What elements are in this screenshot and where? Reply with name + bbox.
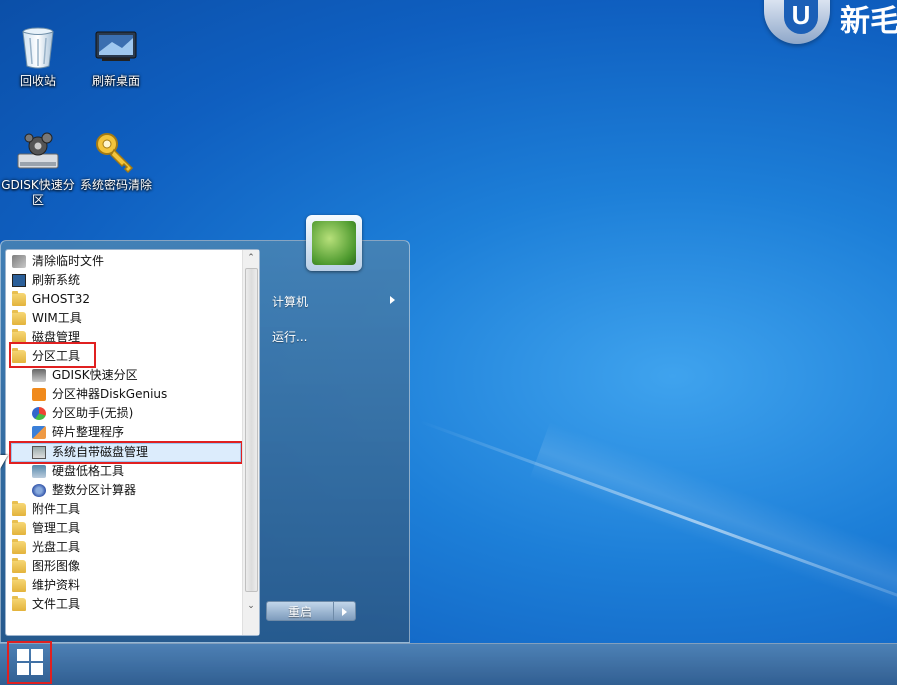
brand-text: 新毛 (840, 5, 897, 38)
program-low-format[interactable]: 硬盘低格工具 (32, 462, 124, 480)
programs-scrollbar[interactable]: ⌃ ⌄ (242, 250, 259, 635)
program-clear-temp[interactable]: 清除临时文件 (12, 252, 104, 270)
mouse-cursor-icon (0, 455, 8, 469)
partition-assistant-icon (32, 407, 46, 420)
folder-disc-tools[interactable]: 光盘工具 (12, 538, 80, 556)
recycle-bin-icon (22, 27, 54, 69)
avatar-picture (312, 221, 356, 265)
restart-button[interactable]: 重启 (266, 601, 334, 621)
program-diskgenius[interactable]: 分区神器DiskGenius (32, 385, 167, 403)
calculator-icon (32, 484, 46, 497)
desktop-icon-refresh-desktop[interactable]: 刷新桌面 (78, 24, 154, 89)
folder-admin-tools[interactable]: 管理工具 (12, 519, 80, 537)
folder-ghost32[interactable]: GHOST32 (12, 290, 90, 308)
scroll-down-icon[interactable]: ⌄ (243, 598, 259, 614)
program-partition-assistant[interactable]: 分区助手(无损) (32, 404, 133, 422)
brand-logo: U 新毛 (760, 0, 897, 47)
broom-icon (12, 255, 26, 268)
restart-options-button[interactable] (334, 601, 356, 621)
brand-letter: U (784, 0, 818, 34)
wallpaper-light-streak (419, 420, 897, 629)
start-menu: 清除临时文件 刷新系统 GHOST32 WIM工具 磁盘管理 分区工具 GDIS… (0, 240, 410, 643)
monitor-icon (12, 274, 26, 287)
program-refresh-system[interactable]: 刷新系统 (12, 271, 80, 289)
taskbar (0, 643, 897, 685)
diskgenius-icon (32, 388, 46, 401)
desktop-icon-gdisk[interactable]: GDISK快速分区 (0, 128, 76, 208)
folder-icon (12, 501, 26, 516)
lowformat-icon (32, 465, 46, 478)
folder-file-tools[interactable]: 文件工具 (12, 595, 80, 613)
menu-item-run[interactable]: 运行... (272, 328, 307, 345)
folder-icon (12, 577, 26, 592)
scroll-thumb[interactable] (245, 268, 258, 592)
desktop-icon-password-clear[interactable]: 系统密码清除 (78, 128, 154, 193)
folder-icon (12, 539, 26, 554)
key-icon (96, 133, 134, 174)
programs-pane: 清除临时文件 刷新系统 GHOST32 WIM工具 磁盘管理 分区工具 GDIS… (5, 249, 260, 636)
desktop-icon-label: 系统密码清除 (79, 178, 152, 192)
folder-icon (12, 291, 26, 306)
program-gdisk[interactable]: GDISK快速分区 (32, 366, 138, 384)
folder-icon (12, 310, 26, 325)
desktop-icon-recycle-bin[interactable]: 回收站 (0, 24, 76, 89)
programs-list: 清除临时文件 刷新系统 GHOST32 WIM工具 磁盘管理 分区工具 GDIS… (6, 250, 244, 625)
folder-icon (12, 520, 26, 535)
disk-gear-icon (32, 369, 46, 382)
monitor-icon (95, 31, 137, 61)
user-avatar[interactable] (306, 215, 362, 271)
folder-icon (12, 558, 26, 573)
program-partition-calculator[interactable]: 整数分区计算器 (32, 481, 136, 499)
scroll-up-icon[interactable]: ⌃ (243, 250, 259, 266)
folder-maintenance[interactable]: 维护资料 (12, 576, 80, 594)
folder-graphics[interactable]: 图形图像 (12, 557, 80, 575)
submenu-arrow-icon (390, 296, 395, 304)
disk-gear-icon (17, 132, 59, 169)
annotation-box-partition-tools (9, 342, 96, 368)
desktop-icon-label: GDISK快速分区 (1, 178, 75, 207)
wallpaper-light-glow (529, 421, 897, 650)
annotation-box-start-button (7, 641, 52, 684)
shield-icon: U (764, 0, 830, 44)
desktop-icon-label: 回收站 (19, 74, 56, 88)
defrag-icon (32, 426, 46, 439)
folder-wim-tools[interactable]: WIM工具 (12, 309, 82, 327)
folder-icon (12, 596, 26, 611)
desktop-icon-label: 刷新桌面 (91, 74, 140, 88)
menu-item-computer[interactable]: 计算机 (272, 293, 308, 310)
folder-accessories[interactable]: 附件工具 (12, 500, 80, 518)
annotation-box-system-disk-management (9, 441, 243, 464)
program-defrag[interactable]: 碎片整理程序 (32, 423, 124, 441)
